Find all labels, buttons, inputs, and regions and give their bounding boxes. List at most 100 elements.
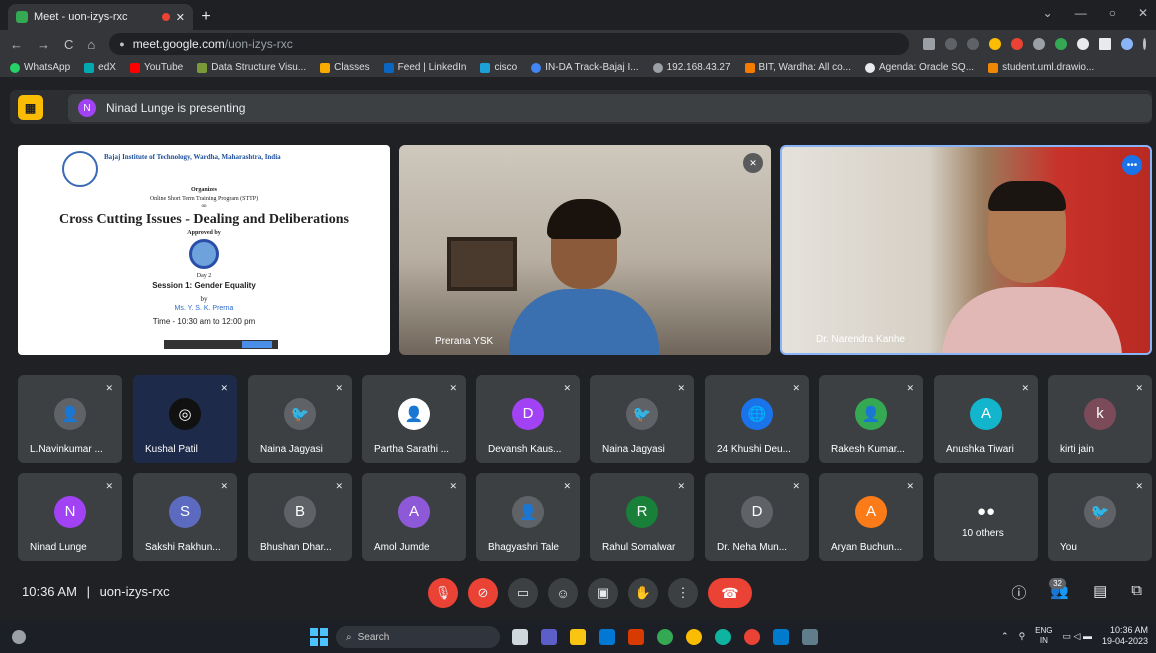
mic-toggle-button[interactable]: 🎙 xyxy=(428,578,458,608)
presenter-pill[interactable]: N Ninad Lunge is presenting xyxy=(68,94,1152,122)
bookmark-drawio[interactable]: student.uml.drawio... xyxy=(988,62,1094,73)
participant-tile[interactable]: 👤 ✕ Bhagyashri Tale xyxy=(476,473,580,561)
pen-extension-icon[interactable] xyxy=(989,38,1001,50)
more-options-icon[interactable]: ••• xyxy=(1122,155,1142,175)
participant-tile[interactable]: ●● 10 others xyxy=(934,473,1038,561)
forward-button[interactable]: → xyxy=(37,37,50,52)
participant-tile[interactable]: k ✕ kirti jain xyxy=(1048,375,1152,463)
participant-tile[interactable]: A ✕ Amol Jumde xyxy=(362,473,466,561)
activities-icon[interactable]: ⧉ xyxy=(1131,582,1142,603)
video-tile-prerana[interactable]: ✕ Prerana YSK xyxy=(399,145,771,355)
puzzle-icon[interactable] xyxy=(1077,38,1089,50)
camera-icon[interactable] xyxy=(923,38,935,50)
widgets-icon[interactable] xyxy=(12,630,26,644)
participant-tile[interactable]: B ✕ Bhushan Dhar... xyxy=(248,473,352,561)
end-call-button[interactable]: ☎ xyxy=(708,578,752,608)
browser-tab[interactable]: Meet - uon-izys-rxc ✕ xyxy=(8,4,193,30)
sidepanel-icon[interactable] xyxy=(1099,38,1111,50)
participant-tile[interactable]: D ✕ Devansh Kaus... xyxy=(476,375,580,463)
raise-hand-button[interactable]: ✋ xyxy=(628,578,658,608)
chat-app-icon[interactable] xyxy=(541,629,557,645)
participant-tile[interactable]: 👤 ✕ Partha Sarathi ... xyxy=(362,375,466,463)
url-input[interactable]: ● meet.google.com/uon-izys-rxc xyxy=(109,33,909,55)
participant-tile[interactable]: A ✕ Aryan Buchun... xyxy=(819,473,923,561)
chrome-icon[interactable] xyxy=(657,629,673,645)
participant-tile[interactable]: N ✕ Ninad Lunge xyxy=(18,473,122,561)
video-tile-narendra[interactable]: ••• Dr. Narendra Kanhe xyxy=(780,145,1152,355)
home-button[interactable]: ⌂ xyxy=(87,37,95,52)
c-icon xyxy=(531,62,542,73)
info-icon[interactable]: ⓘ xyxy=(1011,582,1026,603)
edge-icon[interactable] xyxy=(715,629,731,645)
participant-tile[interactable]: D ✕ Dr. Neha Mun... xyxy=(705,473,809,561)
bookmark-youtube[interactable]: YouTube xyxy=(129,62,183,73)
mic-off-icon: ✕ xyxy=(335,383,343,393)
participant-tile[interactable]: S ✕ Sakshi Rakhun... xyxy=(133,473,237,561)
slide-approved: Approved by xyxy=(187,230,221,236)
extensions-area xyxy=(923,38,1146,50)
mic-off-icon: ✕ xyxy=(677,481,685,491)
moodle-icon xyxy=(744,62,755,73)
share-icon[interactable] xyxy=(945,38,957,50)
participant-tile[interactable]: 👤 ✕ Rakesh Kumar... xyxy=(819,375,923,463)
network-volume-battery-icon[interactable]: ▭ ◁ ▬ xyxy=(1063,631,1092,642)
office-icon[interactable] xyxy=(628,629,644,645)
green-extension-icon[interactable] xyxy=(1055,38,1067,50)
gray-extension-icon[interactable] xyxy=(1033,38,1045,50)
present-button[interactable]: ▣ xyxy=(588,578,618,608)
reload-button[interactable]: C xyxy=(64,37,73,52)
bookmark-edx[interactable]: edX xyxy=(84,62,116,73)
close-window-button[interactable]: ✕ xyxy=(1138,6,1148,20)
camera-toggle-button[interactable]: ⊘ xyxy=(468,578,498,608)
task-view-icon[interactable] xyxy=(512,629,528,645)
more-options-button[interactable]: ⋮ xyxy=(668,578,698,608)
presentation-slide[interactable]: Bajaj Institute of Technology, Wardha, M… xyxy=(18,145,390,355)
bookmark-bit-wardha[interactable]: BIT, Wardha: All co... xyxy=(744,62,851,73)
file-explorer-icon[interactable] xyxy=(570,629,586,645)
chrome-active-icon[interactable] xyxy=(744,629,760,645)
star-icon[interactable] xyxy=(967,38,979,50)
browser-tab-bar: Meet - uon-izys-rxc ✕ + ⌄ — ○ ✕ xyxy=(0,0,1156,30)
participant-tile[interactable]: 👤 ✕ L.Navinkumar ... xyxy=(18,375,122,463)
chrome-alt-icon[interactable] xyxy=(686,629,702,645)
back-button[interactable]: ← xyxy=(10,37,23,52)
chat-icon[interactable]: ▤ xyxy=(1093,582,1107,603)
meeting-details-icon[interactable]: ▦ xyxy=(18,95,43,120)
taskbar-search[interactable]: ⌕ Search xyxy=(336,626,500,648)
taskbar-clock[interactable]: 10:36 AM 19-04-2023 xyxy=(1102,625,1148,647)
participant-avatar: 🐦 xyxy=(284,397,316,430)
emoji-button[interactable]: ☺ xyxy=(548,578,578,608)
bookmark-classes[interactable]: Classes xyxy=(320,62,370,73)
participant-name: Naina Jagyasi xyxy=(260,444,323,455)
menu-kebab-icon[interactable] xyxy=(1143,38,1146,50)
participant-tile[interactable]: 🐦 ✕ Naina Jagyasi xyxy=(590,375,694,463)
bookmark-whatsapp[interactable]: WhatsApp xyxy=(10,62,70,73)
participant-tile[interactable]: 🐦 ✕ Naina Jagyasi xyxy=(248,375,352,463)
bookmark-linkedin[interactable]: Feed | LinkedIn xyxy=(383,62,466,73)
close-tab-icon[interactable]: ✕ xyxy=(176,11,185,24)
bookmark-in-da-track[interactable]: IN-DA Track-Bajaj I... xyxy=(531,62,639,73)
participant-tile[interactable]: ◎ ✕ Kushal Patil xyxy=(133,375,237,463)
participant-tile[interactable]: 🌐 ✕ 24 Khushi Deu... xyxy=(705,375,809,463)
captions-button[interactable]: ▭ xyxy=(508,578,538,608)
bookmark-cisco[interactable]: cisco xyxy=(480,62,517,73)
bookmark-agenda[interactable]: Agenda: Oracle SQ... xyxy=(865,62,974,73)
vscode-icon[interactable] xyxy=(773,629,789,645)
participant-tile[interactable]: A ✕ Anushka Tiwari xyxy=(934,375,1038,463)
tab-search-button[interactable]: ⌄ xyxy=(1043,6,1053,20)
participant-tile[interactable]: 🐦 ✕ You xyxy=(1048,473,1152,561)
bookmark-data-structure[interactable]: Data Structure Visu... xyxy=(197,62,306,73)
store-icon[interactable] xyxy=(599,629,615,645)
red-extension-icon[interactable] xyxy=(1011,38,1023,50)
language-indicator[interactable]: ENG IN xyxy=(1035,626,1052,646)
participant-tile[interactable]: R ✕ Rahul Somalwar xyxy=(590,473,694,561)
app-icon[interactable] xyxy=(802,629,818,645)
maximize-button[interactable]: ○ xyxy=(1109,6,1116,20)
minimize-button[interactable]: — xyxy=(1075,6,1087,20)
bookmark-ip[interactable]: 192.168.43.27 xyxy=(652,62,731,73)
new-tab-button[interactable]: + xyxy=(193,4,219,30)
start-button[interactable] xyxy=(310,628,328,646)
participant-video xyxy=(509,199,659,355)
profile-avatar[interactable] xyxy=(1121,38,1133,50)
chevron-up-icon[interactable]: ⌃ xyxy=(1001,631,1009,642)
